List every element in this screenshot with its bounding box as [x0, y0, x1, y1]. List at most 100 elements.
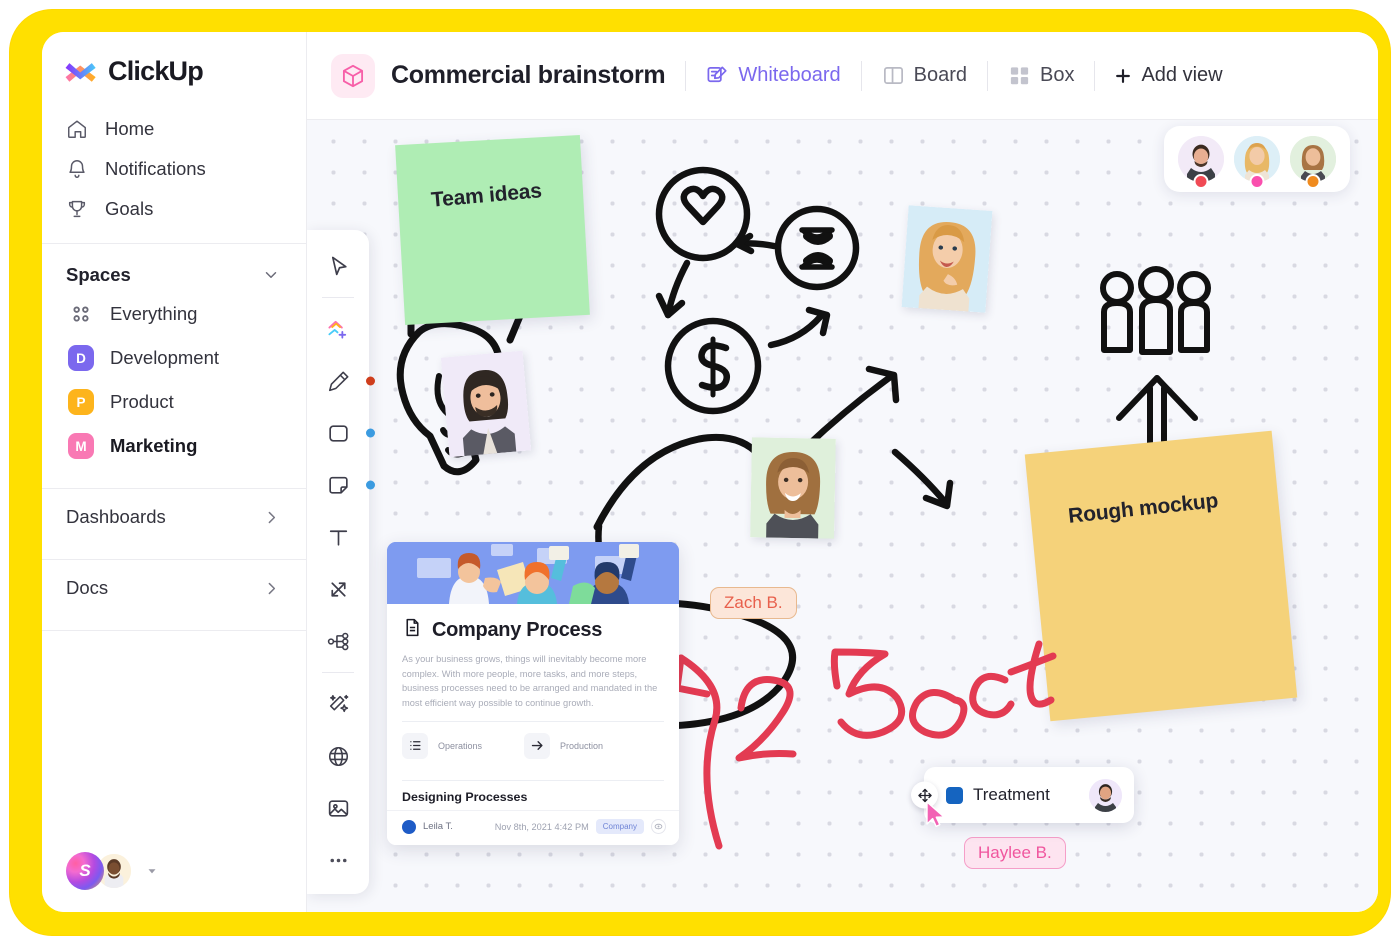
photo-woman-1[interactable] — [901, 205, 993, 313]
connector-tool[interactable] — [315, 566, 361, 612]
whiteboard-canvas[interactable]: Team ideas Rough mockup Company Process … — [307, 120, 1378, 912]
sticky-note-team-ideas[interactable] — [395, 134, 590, 326]
select-cursor-tool[interactable] — [315, 243, 361, 289]
primary-nav: Home Notifications Goals — [42, 109, 306, 229]
document-icon — [402, 617, 423, 643]
user-dock[interactable]: S — [42, 852, 306, 912]
tab-whiteboard[interactable]: Whiteboard — [686, 54, 860, 98]
arrow-right-icon — [524, 732, 551, 759]
workspace-avatar[interactable]: S — [66, 852, 104, 890]
doc-card-hero-image — [387, 542, 679, 604]
yellow-frame: ClickUp Home Notifications Goals Spaces … — [10, 10, 1390, 935]
add-view-label: Add view — [1141, 64, 1223, 86]
shapes-add-tool[interactable] — [315, 306, 361, 352]
mindmap-tool[interactable] — [315, 618, 361, 664]
doc-card-chips: Operations Production — [402, 722, 664, 770]
whiteboard-icon — [706, 64, 729, 87]
sidebar-item-notifications-label: Notifications — [105, 158, 206, 179]
doc-card-subheading: Designing Processes — [402, 789, 528, 804]
sidebar-item-product[interactable]: P Product — [42, 380, 306, 424]
doc-card-tag[interactable]: Company — [595, 819, 644, 834]
board-icon — [882, 64, 905, 87]
plus-icon — [1113, 66, 1133, 86]
collaborator-3-status-dot — [1305, 174, 1321, 189]
toolbar-separator — [322, 672, 354, 673]
doc-card-chip-production-label: Production — [560, 740, 604, 751]
globe-tool[interactable] — [315, 733, 361, 779]
doc-card-footer: Leila T. Nov 8th, 2021 4:42 PM Company — [387, 810, 679, 845]
sidebar-item-docs-label: Docs — [66, 577, 109, 598]
collaborator-2[interactable] — [1234, 136, 1280, 189]
list-icon — [402, 732, 428, 759]
treatment-card[interactable]: Treatment — [911, 767, 1134, 828]
doc-card-date: Nov 8th, 2021 4:42 PM — [494, 821, 589, 832]
sidebar-item-home[interactable]: Home — [42, 109, 306, 149]
toolbar-separator — [322, 297, 354, 298]
sidebar-item-goals[interactable]: Goals — [42, 189, 306, 229]
sidebar-item-docs[interactable]: Docs — [42, 560, 306, 616]
rectangle-tool[interactable] — [315, 410, 375, 456]
sidebar-item-product-label: Product — [110, 391, 174, 412]
collaborator-3[interactable] — [1290, 136, 1336, 189]
eye-icon[interactable] — [651, 819, 666, 834]
sticky-note-rough-mockup[interactable] — [1024, 430, 1298, 722]
chevron-right-icon — [263, 580, 280, 597]
sidebar-item-everything[interactable]: Everything — [42, 292, 306, 336]
doc-card-company-process[interactable]: Company Process As your business grows, … — [387, 542, 679, 845]
sidebar-item-marketing-label: Marketing — [110, 435, 198, 456]
grid-dots-icon — [68, 301, 94, 327]
collaborator-2-status-dot — [1249, 174, 1265, 189]
magic-wand-tool[interactable] — [315, 681, 361, 727]
collaborator-1[interactable] — [1178, 136, 1224, 189]
chevron-down-icon[interactable] — [262, 266, 280, 284]
sidebar-item-dashboards[interactable]: Dashboards — [42, 489, 306, 545]
doc-card-author-avatar — [402, 819, 416, 834]
sidebar-item-development-label: Development — [110, 347, 220, 368]
space-badge-marketing: M — [68, 433, 94, 459]
spaces-header[interactable]: Spaces — [42, 244, 306, 292]
whiteboard-toolbar — [307, 230, 375, 894]
main-area: Commercial brainstorm Whiteboard Board B… — [307, 32, 1378, 912]
image-tool[interactable] — [315, 785, 361, 831]
user-menu-caret-icon[interactable] — [145, 864, 159, 878]
space-badge-development: D — [68, 345, 94, 371]
sticky-note-tool[interactable] — [315, 462, 375, 508]
doc-card-chip-operations-label: Operations — [438, 740, 483, 751]
doc-card-divider-2 — [402, 779, 664, 781]
nametag-zach[interactable]: Zach B. — [710, 587, 797, 619]
sidebar-item-notifications[interactable]: Notifications — [42, 149, 306, 189]
cube-icon — [331, 53, 375, 98]
sidebar-item-development[interactable]: D Development — [42, 336, 306, 380]
sidebar-item-home-label: Home — [105, 118, 155, 139]
sidebar-item-marketing[interactable]: M Marketing — [42, 424, 306, 468]
clickup-logo[interactable]: ClickUp — [42, 32, 306, 87]
spaces-header-label: Spaces — [66, 264, 131, 285]
nametag-haylee[interactable]: Haylee B. — [964, 837, 1066, 869]
tab-box[interactable]: Box — [988, 54, 1094, 98]
sidebar-divider-4 — [42, 630, 306, 631]
sidebar-item-goals-label: Goals — [105, 198, 154, 219]
collaborator-avatars[interactable] — [1164, 126, 1350, 192]
collaborator-1-status-dot — [1193, 174, 1209, 189]
sidebar-item-dashboards-label: Dashboards — [66, 506, 166, 527]
doc-card-title-row: Company Process — [402, 617, 664, 643]
pen-color-dot — [366, 376, 375, 386]
add-view-button[interactable]: Add view — [1095, 64, 1240, 87]
photo-woman-2[interactable] — [750, 437, 836, 539]
sticky-color-dot — [366, 480, 375, 490]
sidebar: ClickUp Home Notifications Goals Spaces … — [42, 32, 307, 912]
pen-tool[interactable] — [315, 358, 375, 404]
tab-board[interactable]: Board — [862, 54, 987, 98]
rectangle-color-dot — [366, 428, 375, 438]
app-window: ClickUp Home Notifications Goals Spaces … — [42, 32, 1378, 912]
treatment-assignee-avatar[interactable] — [1089, 778, 1122, 812]
doc-card-author-name: Leila T. — [423, 821, 453, 832]
more-options-tool[interactable] — [315, 837, 361, 883]
tab-board-label: Board — [913, 64, 967, 86]
bell-icon — [66, 158, 88, 180]
text-tool[interactable] — [315, 514, 361, 560]
photo-man-1[interactable] — [440, 350, 532, 458]
trophy-icon — [66, 198, 88, 220]
treatment-color-swatch — [946, 786, 963, 804]
treatment-label: Treatment — [973, 785, 1050, 804]
